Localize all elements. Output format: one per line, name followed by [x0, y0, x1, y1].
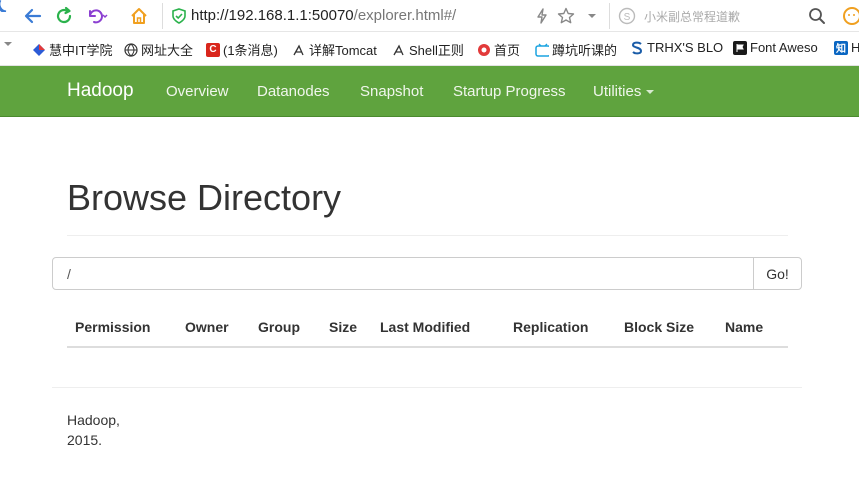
nav-utilities-label: Utilities [593, 83, 642, 100]
home-icon[interactable] [128, 5, 150, 27]
bookmark-label: 网址大全 [141, 43, 194, 58]
footer-line-1: Hadoop, [67, 412, 120, 428]
bookmark-3[interactable]: C (1条消息) [206, 40, 278, 59]
diamond-icon [32, 43, 46, 57]
svg-text:S: S [624, 12, 631, 23]
bookmark-label: Shell正则 [409, 43, 464, 58]
page-title: Browse Directory [67, 177, 342, 218]
title-divider [67, 235, 788, 236]
column-header-size[interactable]: Size [329, 319, 357, 335]
column-header-owner[interactable]: Owner [185, 319, 229, 335]
column-header-block-size[interactable]: Block Size [624, 319, 694, 335]
bookmark-9[interactable]: Font Aweso [733, 40, 818, 55]
bookmark-label: 蹲坑听课的 [552, 43, 618, 58]
dropdown-arrow-icon[interactable] [581, 5, 603, 27]
bookmark-8[interactable]: TRHX'S BLO [630, 40, 723, 55]
bookmark-4[interactable]: 详解Tomcat [292, 40, 377, 59]
nav-datanodes[interactable]: Datanodes [257, 83, 330, 100]
bookmark-label: Font Aweso [750, 40, 818, 55]
globe-icon [124, 42, 138, 57]
bookmark-5[interactable]: Shell正则 [392, 40, 464, 59]
bookmark-1[interactable]: 慧中IT学院 [32, 40, 113, 59]
shield-icon [168, 5, 190, 27]
browser-address-bar: http://192.168.1.1:50070/explorer.html#/… [0, 0, 859, 32]
url-text: http://192.168.1.1:50070/explorer.html#/ [191, 7, 456, 24]
brush-icon [292, 43, 306, 57]
font-awesome-flag-icon [733, 40, 747, 55]
bookmark-label: H [851, 40, 859, 55]
footer-divider [52, 387, 802, 388]
s-logo-icon [630, 41, 644, 55]
back-arrow-icon[interactable] [22, 5, 44, 27]
lightning-icon[interactable] [531, 5, 553, 27]
search-icon[interactable] [806, 5, 828, 27]
column-header-name[interactable]: Name [725, 319, 763, 335]
go-button[interactable]: Go! [753, 257, 802, 290]
search-placeholder: 小米副总常程道歉 [644, 10, 741, 24]
bookmark-2[interactable]: 网址大全 [124, 40, 193, 59]
window-edge [0, 0, 8, 12]
navbar-brand[interactable]: Hadoop [67, 80, 134, 102]
bookmark-label: TRHX'S BLO [647, 40, 724, 55]
column-header-last-modified[interactable]: Last Modified [380, 319, 470, 335]
bookmark-label: 首页 [494, 43, 521, 58]
undo-icon[interactable] [86, 5, 108, 27]
column-header-permission[interactable]: Permission [75, 319, 150, 335]
hadoop-navbar: Hadoop Overview Datanodes Snapshot Start… [0, 66, 859, 117]
search-box[interactable]: S 小米副总常程道歉 [612, 3, 832, 29]
star-icon[interactable] [555, 5, 577, 27]
bookmark-label: 详解Tomcat [309, 43, 377, 58]
brush-icon [392, 43, 406, 57]
bookmarks-bar: 慧中IT学院 网址大全 C (1条消息) 详解Tomcat Shell正则 首页… [0, 32, 859, 66]
url-bar[interactable]: http://192.168.1.1:50070/explorer.html#/ [162, 3, 610, 29]
footer-line-2: 2015. [67, 432, 103, 448]
sogou-search-icon: S [616, 5, 638, 27]
bookmark-label: 慧中IT学院 [49, 43, 113, 58]
emoji-icon[interactable] [840, 5, 859, 27]
nav-overview[interactable]: Overview [166, 83, 229, 100]
bookmarks-overflow-arrow[interactable] [4, 40, 12, 48]
nav-startup-progress[interactable]: Startup Progress [453, 83, 566, 100]
bookmark-7[interactable]: 蹲坑听课的 [535, 40, 617, 59]
directory-path-input[interactable] [52, 257, 754, 290]
table-header-divider [67, 346, 788, 348]
nav-utilities-dropdown[interactable]: Utilities [593, 83, 655, 100]
csdn-c-icon: C [206, 42, 220, 57]
bilibili-tv-icon [535, 43, 549, 57]
bookmark-6[interactable]: 首页 [477, 40, 520, 59]
column-header-replication[interactable]: Replication [513, 319, 588, 335]
bookmark-10[interactable]: 知 H [834, 40, 859, 55]
url-path: /explorer.html#/ [353, 7, 457, 24]
caret-down-icon [646, 90, 655, 95]
column-header-group[interactable]: Group [258, 319, 300, 335]
bookmark-label: (1条消息) [223, 43, 278, 58]
nav-snapshot[interactable]: Snapshot [360, 83, 423, 100]
url-host: http://192.168.1.1:50070 [191, 7, 354, 24]
footer: Hadoop, 2015. [67, 410, 120, 450]
huawei-icon [477, 43, 491, 57]
refresh-icon[interactable] [53, 5, 75, 27]
zhihu-icon: 知 [834, 40, 848, 55]
